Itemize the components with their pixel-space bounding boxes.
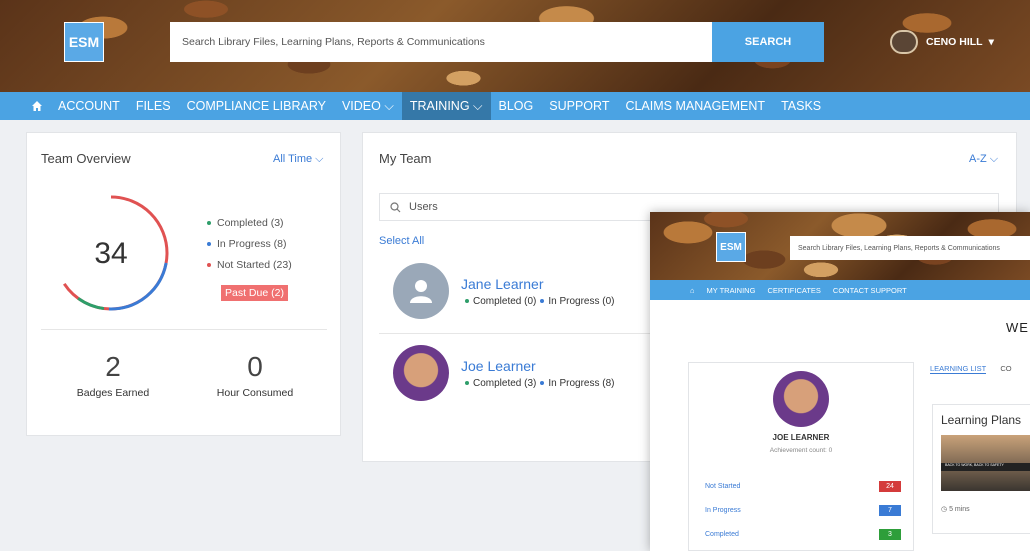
- welcome-heading: WE: [1006, 320, 1029, 335]
- not-started-dot-icon: [207, 263, 211, 268]
- legend-in-progress: In Progress (8): [207, 234, 292, 255]
- team-member-row[interactable]: Joe Learner Completed (3) In Progress (8): [393, 345, 615, 401]
- progress-donut: 34: [51, 193, 171, 313]
- plan-banner-text: BACK TO WORK, BACK TO SAFETY: [941, 463, 1030, 471]
- nav-contact-support: CONTACT SUPPORT: [832, 285, 907, 295]
- nav-compliance-library[interactable]: COMPLIANCE LIBRARY: [179, 92, 334, 120]
- sort-dropdown[interactable]: A-Z ⌵: [969, 153, 998, 166]
- member-completed: Completed (0): [473, 295, 537, 307]
- learner-avatar: [773, 371, 829, 427]
- row-label: Not Started: [705, 483, 741, 490]
- in-progress-row: In Progress 7: [705, 505, 901, 516]
- status-legend: Completed (3) In Progress (8) Not Starte…: [207, 213, 292, 276]
- in-progress-label: In Progress (8): [217, 238, 287, 250]
- learner-tabs: LEARNING LIST CO: [930, 364, 1024, 374]
- legend-not-started: Not Started (23): [207, 255, 292, 276]
- nav-support[interactable]: SUPPORT: [541, 92, 617, 120]
- badges-stat: 2 Badges Earned: [53, 351, 173, 399]
- nav-account[interactable]: ACCOUNT: [50, 92, 128, 120]
- badges-value: 2: [105, 351, 121, 382]
- learning-plans-title: Learning Plans: [941, 413, 1022, 427]
- status-badge: 7: [879, 505, 901, 516]
- esm-logo[interactable]: ESM: [64, 22, 104, 62]
- completed-dot-icon: [207, 221, 211, 226]
- team-member-row[interactable]: Jane Learner Completed (0) In Progress (0…: [393, 263, 615, 319]
- user-menu[interactable]: CENO HILL ▾: [890, 30, 994, 54]
- completed-label: Completed (3): [217, 217, 284, 229]
- hours-value: 0: [247, 351, 263, 382]
- plan-duration: ◷ 5 mins: [941, 505, 970, 513]
- nav-claims-management[interactable]: CLAIMS MANAGEMENT: [617, 92, 773, 120]
- hours-label: Hour Consumed: [216, 387, 294, 399]
- in-progress-dot-icon: [540, 380, 545, 385]
- nav-files[interactable]: FILES: [128, 92, 179, 120]
- member-in-progress: In Progress (0): [548, 295, 615, 307]
- badges-label: Badges Earned: [76, 387, 150, 399]
- user-name: CENO HILL: [926, 36, 983, 48]
- learner-name: JOE LEARNER: [772, 433, 830, 442]
- search-icon: [390, 201, 401, 212]
- status-badge: 24: [879, 481, 901, 492]
- user-avatar: [890, 30, 918, 54]
- member-name[interactable]: Jane Learner: [461, 276, 615, 292]
- nav-certificates: CERTIFICATES: [767, 285, 821, 295]
- row-label: Completed: [705, 531, 739, 538]
- team-overview-title: Team Overview: [41, 151, 131, 166]
- esm-logo: ESM: [716, 232, 746, 262]
- tab-co: CO: [1000, 364, 1012, 373]
- hours-stat: 0 Hour Consumed: [195, 351, 315, 399]
- legend-completed: Completed (3): [207, 213, 292, 234]
- search-button[interactable]: SEARCH: [712, 22, 824, 62]
- clock-icon: ◷: [941, 506, 950, 513]
- divider: [41, 329, 327, 330]
- nav-tasks[interactable]: TASKS: [773, 92, 829, 120]
- achievement-count: Achievement count: 0: [769, 447, 833, 454]
- team-overview-card: Team Overview All Time ⌵ 34 Completed (3…: [26, 132, 341, 436]
- not-started-row: Not Started 24: [705, 481, 901, 492]
- tab-learning-list: LEARNING LIST: [930, 364, 987, 374]
- select-all-link[interactable]: Select All: [379, 235, 424, 247]
- learner-nav: ⌂ MY TRAINING CERTIFICATES CONTACT SUPPO…: [650, 280, 1030, 300]
- completed-row: Completed 3: [705, 529, 901, 540]
- member-name[interactable]: Joe Learner: [461, 358, 615, 374]
- member-completed: Completed (3): [473, 377, 537, 389]
- learning-plans-card: Learning Plans BACK TO WORK, BACK TO SAF…: [932, 404, 1030, 534]
- nav-my-training: MY TRAINING: [706, 285, 756, 295]
- in-progress-dot-icon: [207, 242, 211, 247]
- divider: [379, 333, 659, 334]
- nav-training[interactable]: TRAINING ⌵: [401, 92, 491, 120]
- past-due-badge[interactable]: Past Due (2): [221, 285, 288, 301]
- nav-video[interactable]: VIDEO ⌵: [334, 92, 402, 120]
- duration-value: 5 mins: [949, 506, 970, 513]
- home-icon: ⌂: [690, 285, 695, 295]
- user-search-placeholder: Users: [409, 201, 438, 213]
- time-filter-dropdown[interactable]: All Time ⌵: [273, 153, 324, 166]
- main-nav: ACCOUNT FILES COMPLIANCE LIBRARY VIDEO ⌵…: [0, 92, 1030, 120]
- total-count: 34: [94, 237, 127, 270]
- not-started-label: Not Started (23): [217, 259, 292, 271]
- completed-dot-icon: [465, 298, 469, 303]
- row-label: In Progress: [705, 507, 741, 514]
- default-avatar-icon: [393, 263, 449, 319]
- chevron-down-icon: ▾: [988, 36, 994, 48]
- member-progress: Completed (0) In Progress (0): [461, 296, 615, 307]
- global-search-input[interactable]: Search Library Files, Learning Plans, Re…: [170, 22, 712, 62]
- learner-header-banner: ESM Search Library Files, Learning Plans…: [650, 212, 1030, 280]
- member-progress: Completed (3) In Progress (8): [461, 378, 615, 389]
- learner-view-preview: ESM Search Library Files, Learning Plans…: [650, 212, 1030, 551]
- header-banner: ESM Search Library Files, Learning Plans…: [0, 0, 1030, 92]
- member-in-progress: In Progress (8): [548, 377, 615, 389]
- member-avatar: [393, 345, 449, 401]
- learning-plan-thumbnail: BACK TO WORK, BACK TO SAFETY: [941, 435, 1030, 491]
- learner-search-input: Search Library Files, Learning Plans, Re…: [790, 236, 1030, 260]
- my-team-title: My Team: [379, 151, 432, 166]
- home-icon[interactable]: [24, 92, 50, 120]
- nav-blog[interactable]: BLOG: [491, 92, 542, 120]
- in-progress-dot-icon: [540, 298, 545, 303]
- completed-dot-icon: [465, 380, 469, 385]
- status-badge: 3: [879, 529, 901, 540]
- learner-profile-card: JOE LEARNER Achievement count: 0 Not Sta…: [688, 362, 914, 551]
